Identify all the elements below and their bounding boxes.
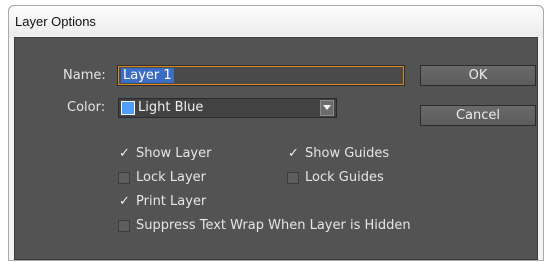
ok-button[interactable]: OK <box>420 65 536 86</box>
show-layer-checkbox[interactable]: ✓ Show Layer <box>118 146 238 162</box>
title-bar[interactable]: Layer Options <box>9 6 543 36</box>
lock-guides-label: Lock Guides <box>305 170 384 185</box>
color-dropdown-value: Light Blue <box>138 100 204 115</box>
dialog-title: Layer Options <box>15 14 96 29</box>
checkbox-box <box>287 172 299 184</box>
lock-layer-label: Lock Layer <box>136 170 207 185</box>
color-label: Color: <box>67 100 106 115</box>
chevron-down-icon[interactable] <box>320 100 334 116</box>
suppress-text-wrap-checkbox[interactable]: Suppress Text Wrap When Layer is Hidden <box>118 218 448 234</box>
layer-options-dialog: Layer Options Name: Layer 1 Color: Light… <box>8 5 544 261</box>
checkmark-icon: ✓ <box>119 194 130 209</box>
name-field-value: Layer 1 <box>121 68 174 83</box>
print-layer-checkbox[interactable]: ✓ Print Layer <box>118 194 238 210</box>
lock-layer-checkbox[interactable]: Lock Layer <box>118 170 238 186</box>
dialog-content: Name: Layer 1 Color: Light Blue OK Cance… <box>14 37 538 260</box>
color-swatch <box>121 101 135 115</box>
suppress-text-wrap-label: Suppress Text Wrap When Layer is Hidden <box>136 218 411 233</box>
name-label: Name: <box>63 68 106 83</box>
lock-guides-checkbox[interactable]: Lock Guides <box>287 170 407 186</box>
checkmark-icon: ✓ <box>119 146 130 161</box>
checkbox-box <box>118 172 130 184</box>
show-layer-label: Show Layer <box>136 146 212 161</box>
print-layer-label: Print Layer <box>136 194 207 209</box>
show-guides-label: Show Guides <box>305 146 390 161</box>
checkmark-icon: ✓ <box>288 146 299 161</box>
show-guides-checkbox[interactable]: ✓ Show Guides <box>287 146 407 162</box>
name-field[interactable]: Layer 1 <box>117 65 405 86</box>
color-dropdown[interactable]: Light Blue <box>118 98 337 118</box>
checkbox-box <box>118 220 130 232</box>
cancel-button[interactable]: Cancel <box>420 105 536 126</box>
